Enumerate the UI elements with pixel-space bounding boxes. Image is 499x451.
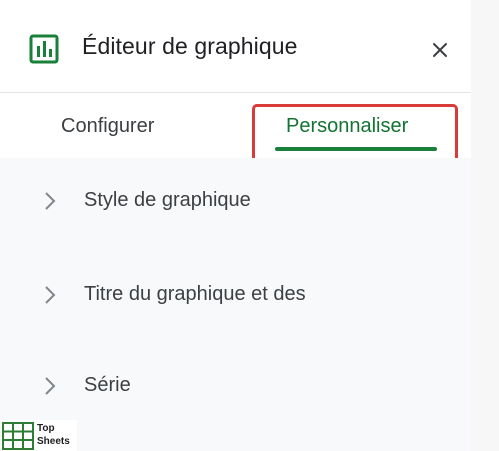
chevron-right-icon bbox=[45, 377, 56, 395]
section-label: Titre du graphique et des bbox=[84, 283, 306, 305]
chevron-right-icon bbox=[45, 192, 56, 210]
section-series[interactable]: Série bbox=[0, 356, 471, 416]
chart-editor-panel: Éditeur de graphique Configurer Personna… bbox=[0, 0, 471, 451]
spreadsheet-logo-icon bbox=[2, 422, 34, 450]
section-label: Série bbox=[84, 374, 131, 396]
section-chart-style[interactable]: Style de graphique bbox=[0, 171, 471, 231]
logo-line-2: Sheets bbox=[37, 436, 70, 447]
editor-header: Éditeur de graphique bbox=[0, 0, 471, 93]
topsheets-logo: Top Sheets bbox=[1, 420, 77, 451]
editor-title: Éditeur de graphique bbox=[82, 33, 298, 59]
highlight-box bbox=[252, 104, 458, 164]
close-button[interactable] bbox=[428, 38, 452, 62]
section-chart-axis-titles[interactable]: Titre du graphique et des bbox=[0, 265, 471, 325]
chevron-right-icon bbox=[45, 286, 56, 304]
logo-line-1: Top bbox=[37, 423, 55, 434]
close-icon bbox=[433, 43, 447, 57]
section-label: Style de graphique bbox=[84, 189, 251, 211]
customize-sections: Style de graphique Titre du graphique et… bbox=[0, 158, 471, 451]
tab-configure[interactable]: Configurer bbox=[61, 115, 154, 138]
logo-text: Top Sheets bbox=[37, 422, 70, 448]
chart-icon bbox=[29, 34, 59, 64]
